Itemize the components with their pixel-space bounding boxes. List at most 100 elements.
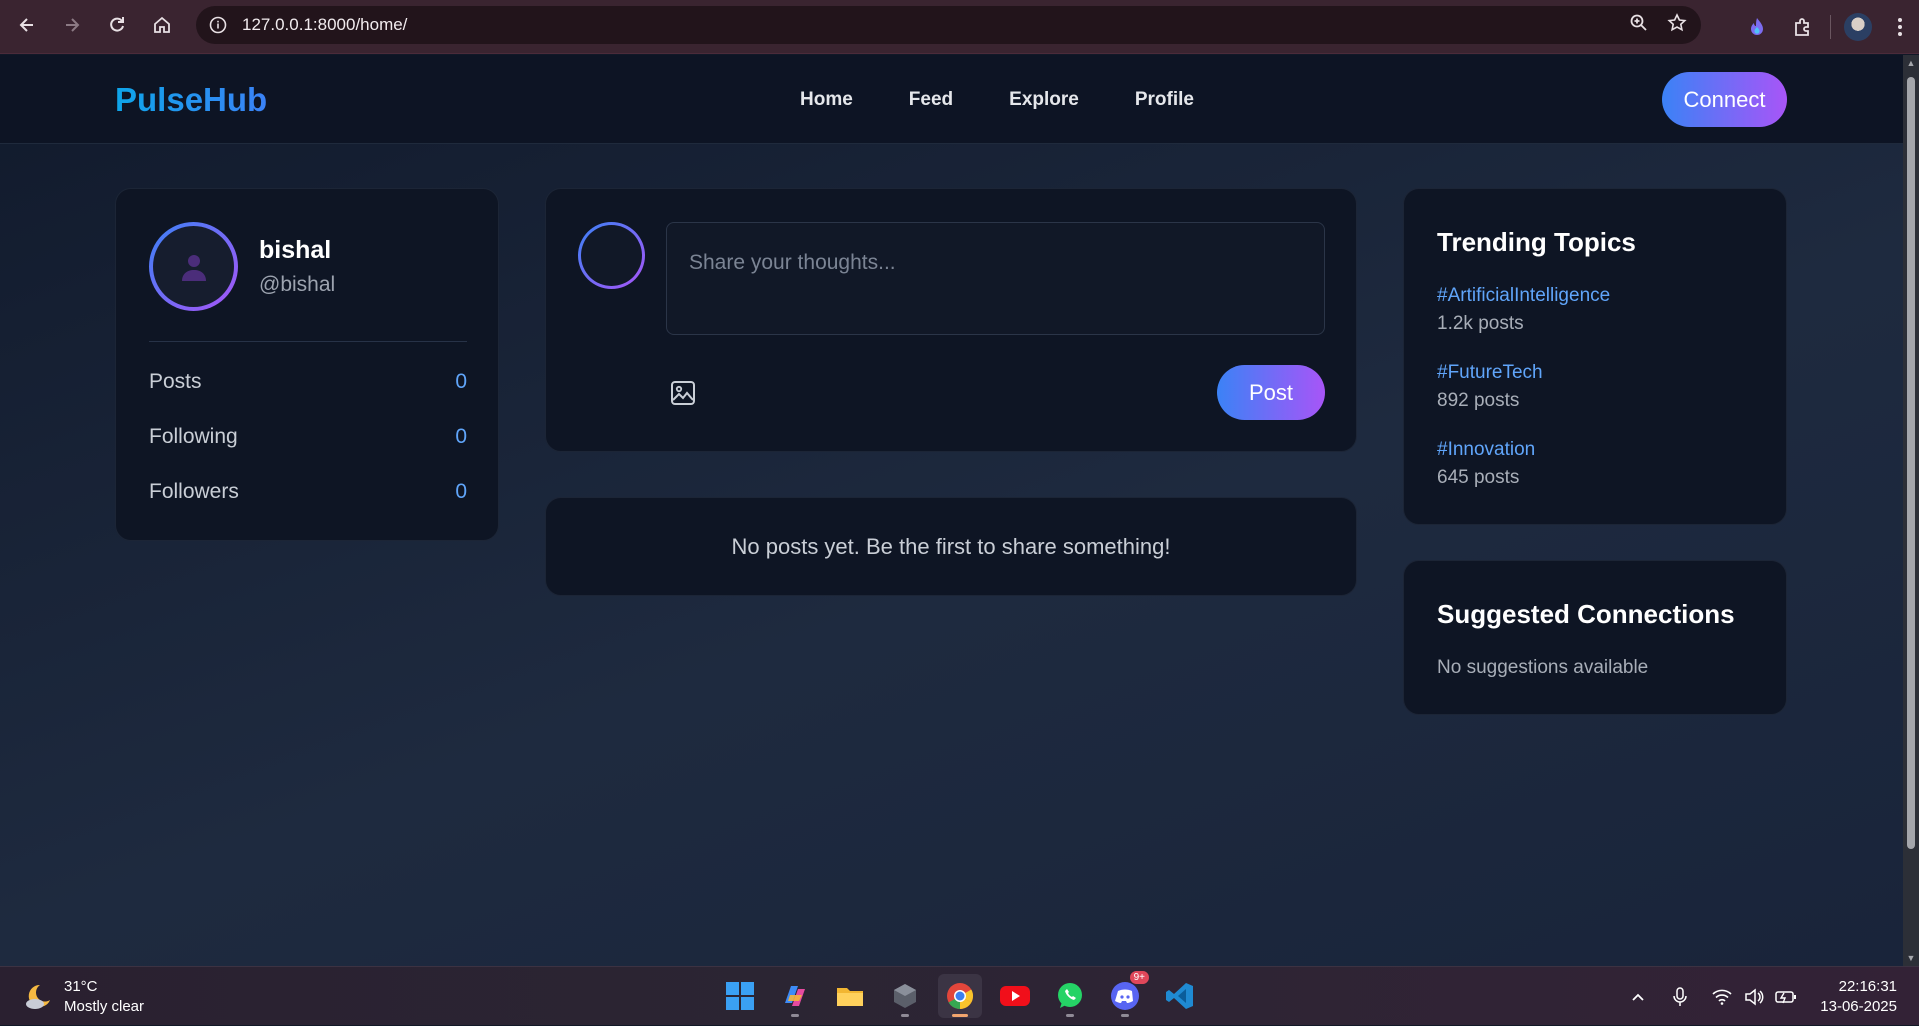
chevron-up-icon[interactable]: [1622, 989, 1654, 1005]
trend-item: #FutureTech 892 posts: [1437, 362, 1543, 412]
home-icon: [154, 16, 170, 33]
reload-button[interactable]: [95, 3, 139, 47]
stat-posts[interactable]: Posts 0: [149, 370, 467, 394]
moon-cloud-icon: [26, 984, 50, 1009]
image-icon: [671, 381, 695, 405]
site-header: PulseHub Home Feed Explore Profile Conne…: [0, 55, 1903, 144]
whatsapp-icon: [1058, 983, 1082, 1008]
main-nav: Home Feed Explore Profile: [800, 89, 1194, 111]
taskbar-vscode[interactable]: [1158, 974, 1202, 1018]
trend-count: 1.2k posts: [1437, 313, 1524, 334]
taskbar-app-cube[interactable]: [883, 974, 927, 1018]
zoom-icon[interactable]: [1629, 13, 1649, 38]
suggestions-empty-message: No suggestions available: [1437, 657, 1649, 678]
url-text[interactable]: 127.0.0.1:8000/home/: [242, 15, 407, 35]
profile-name: bishal: [259, 236, 332, 264]
suggested-connections-card: Suggested Connections No suggestions ava…: [1403, 560, 1787, 715]
composer-avatar: [578, 222, 645, 289]
trend-count: 892 posts: [1437, 390, 1520, 411]
forward-button[interactable]: [50, 3, 94, 47]
empty-message: No posts yet. Be the first to share some…: [731, 533, 1171, 559]
extension-flame-icon[interactable]: [1734, 4, 1780, 50]
taskbar-chrome[interactable]: [938, 974, 982, 1018]
taskbar-youtube[interactable]: [993, 974, 1037, 1018]
windows-taskbar: 31°C Mostly clear 9+ 22:16:31 13-06-2025: [0, 966, 1919, 1025]
profile-handle: @bishal: [259, 273, 336, 296]
microphone-icon[interactable]: [1664, 986, 1696, 1007]
stat-value: 0: [455, 425, 467, 448]
weather-temperature: 31°C: [64, 978, 98, 995]
wifi-icon[interactable]: [1706, 989, 1738, 1005]
scrollbar-thumb[interactable]: [1907, 77, 1915, 849]
youtube-icon: [1000, 986, 1030, 1006]
divider: [149, 341, 467, 342]
trend-tag-link[interactable]: #FutureTech: [1437, 362, 1543, 384]
back-button[interactable]: [5, 3, 49, 47]
stat-value: 0: [455, 370, 467, 393]
copilot-icon: [785, 986, 805, 1006]
chrome-menu-icon[interactable]: [1881, 4, 1919, 50]
post-composer: Post: [545, 188, 1357, 452]
post-input[interactable]: [666, 222, 1325, 335]
volume-icon[interactable]: [1738, 987, 1770, 1006]
browser-toolbar: 127.0.0.1:8000/home/: [0, 0, 1919, 54]
trend-count: 645 posts: [1437, 467, 1520, 488]
taskbar-copilot[interactable]: [773, 974, 817, 1018]
trend-tag-link[interactable]: #Innovation: [1437, 439, 1535, 461]
windows-logo-icon: [726, 982, 754, 1010]
nav-profile[interactable]: Profile: [1135, 89, 1194, 111]
stat-label: Following: [149, 425, 238, 448]
notification-badge: 9+: [1129, 971, 1149, 984]
avatar[interactable]: [149, 222, 238, 311]
taskbar-file-explorer[interactable]: [828, 974, 872, 1018]
arrow-right-icon: [66, 18, 80, 32]
home-button[interactable]: [140, 3, 184, 47]
taskbar-whatsapp[interactable]: [1048, 974, 1092, 1018]
bookmark-star-icon[interactable]: [1667, 12, 1687, 38]
clock-time: 22:16:31: [1838, 977, 1897, 995]
nav-feed[interactable]: Feed: [909, 89, 953, 111]
profile-avatar[interactable]: [1835, 4, 1881, 50]
site-info-icon[interactable]: [206, 13, 230, 37]
chrome-icon: [947, 983, 974, 1010]
stat-label: Posts: [149, 370, 202, 393]
profile-card: bishal @bishal Posts 0 Following 0 Follo…: [115, 188, 499, 541]
scroll-up-arrow-icon[interactable]: ▲: [1906, 58, 1916, 68]
scroll-down-arrow-icon[interactable]: ▼: [1906, 953, 1916, 963]
stat-followers[interactable]: Followers 0: [149, 480, 467, 504]
start-button[interactable]: [718, 974, 762, 1018]
discord-icon: [1111, 982, 1139, 1010]
trend-item: #ArtificialIntelligence 1.2k posts: [1437, 285, 1610, 335]
weather-widget[interactable]: 31°C Mostly clear: [22, 977, 144, 1017]
image-upload-button[interactable]: [668, 378, 698, 408]
toolbar-separator: [1830, 15, 1831, 39]
stat-value: 0: [455, 480, 467, 503]
stat-label: Followers: [149, 480, 239, 503]
taskbar-clock[interactable]: 22:16:31 13-06-2025: [1820, 977, 1897, 1017]
trend-tag-link[interactable]: #ArtificialIntelligence: [1437, 285, 1610, 307]
nav-home[interactable]: Home: [800, 89, 853, 111]
brand-logo[interactable]: PulseHub: [115, 81, 267, 119]
reload-icon: [110, 17, 124, 32]
folder-icon: [837, 988, 863, 1006]
nav-explore[interactable]: Explore: [1009, 89, 1079, 111]
web-page: PulseHub Home Feed Explore Profile Conne…: [0, 55, 1903, 966]
taskbar-discord[interactable]: 9+: [1103, 971, 1149, 1018]
suggestions-title: Suggested Connections: [1437, 599, 1735, 629]
user-silhouette-icon: [181, 254, 206, 281]
cube-icon: [894, 984, 916, 1008]
arrow-left-icon: [19, 18, 33, 32]
connect-button[interactable]: Connect: [1662, 72, 1787, 127]
trending-topics-card: Trending Topics #ArtificialIntelligence …: [1403, 188, 1787, 525]
clock-date: 13-06-2025: [1820, 997, 1897, 1015]
battery-icon[interactable]: [1770, 989, 1802, 1005]
page-scrollbar[interactable]: ▲ ▼: [1903, 55, 1919, 966]
system-tray: 22:16:31 13-06-2025: [1622, 967, 1919, 1026]
extensions-puzzle-icon[interactable]: [1780, 4, 1826, 50]
post-button[interactable]: Post: [1217, 365, 1325, 420]
trending-title: Trending Topics: [1437, 227, 1636, 257]
trend-item: #Innovation 645 posts: [1437, 439, 1535, 489]
address-bar[interactable]: 127.0.0.1:8000/home/: [196, 6, 1701, 44]
weather-condition: Mostly clear: [64, 998, 145, 1015]
stat-following[interactable]: Following 0: [149, 425, 467, 449]
